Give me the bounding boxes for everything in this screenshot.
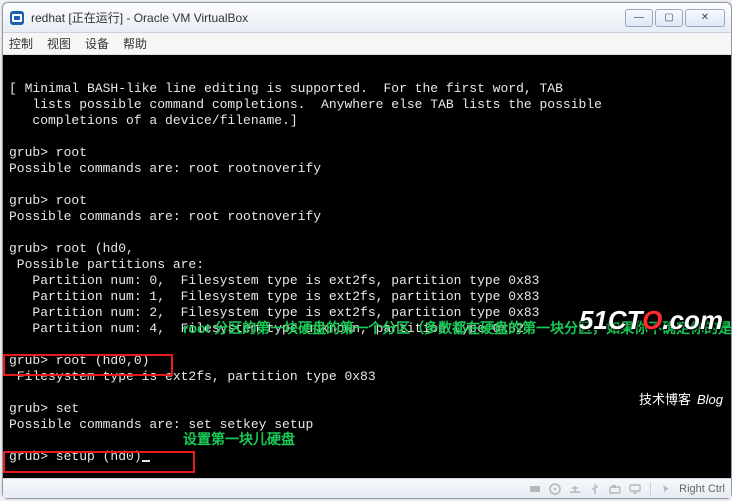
minimize-button[interactable]: —: [625, 9, 653, 27]
term-line: Possible partitions are:: [9, 257, 204, 272]
menu-view[interactable]: 视图: [47, 35, 71, 52]
annotation-setup: 设置第一块儿硬盘: [183, 431, 295, 447]
term-line: Possible commands are: root rootnoverify: [9, 161, 321, 176]
mouse-icon[interactable]: [659, 482, 673, 496]
term-line: [ Minimal BASH-like line editing is supp…: [9, 81, 563, 96]
window-title: redhat [正在运行] - Oracle VM VirtualBox: [31, 9, 625, 26]
titlebar[interactable]: redhat [正在运行] - Oracle VM VirtualBox — ▢…: [3, 3, 731, 33]
cursor: [142, 460, 150, 462]
menu-control[interactable]: 控制: [9, 35, 33, 52]
statusbar: Right Ctrl: [3, 478, 731, 498]
close-button[interactable]: ✕: [685, 9, 725, 27]
window-controls: — ▢ ✕: [625, 9, 725, 27]
term-line: grub> root (hd0,0): [9, 353, 149, 368]
maximize-button[interactable]: ▢: [655, 9, 683, 27]
term-line: Filesystem type is ext2fs, partition typ…: [9, 369, 376, 384]
term-line: grub> root (hd0,: [9, 241, 134, 256]
cd-icon[interactable]: [548, 482, 562, 496]
app-icon: [9, 10, 25, 26]
status-separator: [650, 482, 651, 496]
term-line: grub> setup (hd0): [9, 449, 142, 464]
net-icon[interactable]: [568, 482, 582, 496]
term-line: Partition num: 2, Filesystem type is ext…: [9, 305, 540, 320]
term-line: Partition num: 0, Filesystem type is ext…: [9, 273, 540, 288]
usb-icon[interactable]: [588, 482, 602, 496]
menu-devices[interactable]: 设备: [85, 35, 109, 52]
term-line: grub> root: [9, 193, 87, 208]
term-line: grub> root: [9, 145, 87, 160]
display-icon[interactable]: [628, 482, 642, 496]
hostkey-label: Right Ctrl: [679, 483, 725, 495]
term-line: grub> set: [9, 401, 79, 416]
menu-help[interactable]: 帮助: [123, 35, 147, 52]
menubar: 控制 视图 设备 帮助: [3, 33, 731, 55]
virtualbox-window: redhat [正在运行] - Oracle VM VirtualBox — ▢…: [2, 2, 732, 499]
term-line: completions of a device/filename.]: [9, 113, 298, 128]
watermark: 51CTO.com 技术博客Blog: [521, 264, 723, 456]
hdd-icon[interactable]: [528, 482, 542, 496]
shared-icon[interactable]: [608, 482, 622, 496]
term-line: Partition num: 1, Filesystem type is ext…: [9, 289, 540, 304]
term-line: lists possible command completions. Anyw…: [9, 97, 602, 112]
term-line: Partition num: 4, Filesystem type unknow…: [9, 321, 524, 336]
guest-terminal[interactable]: [ Minimal BASH-like line editing is supp…: [3, 55, 731, 478]
term-line: Possible commands are: set setkey setup: [9, 417, 313, 432]
term-line: Possible commands are: root rootnoverify: [9, 209, 321, 224]
